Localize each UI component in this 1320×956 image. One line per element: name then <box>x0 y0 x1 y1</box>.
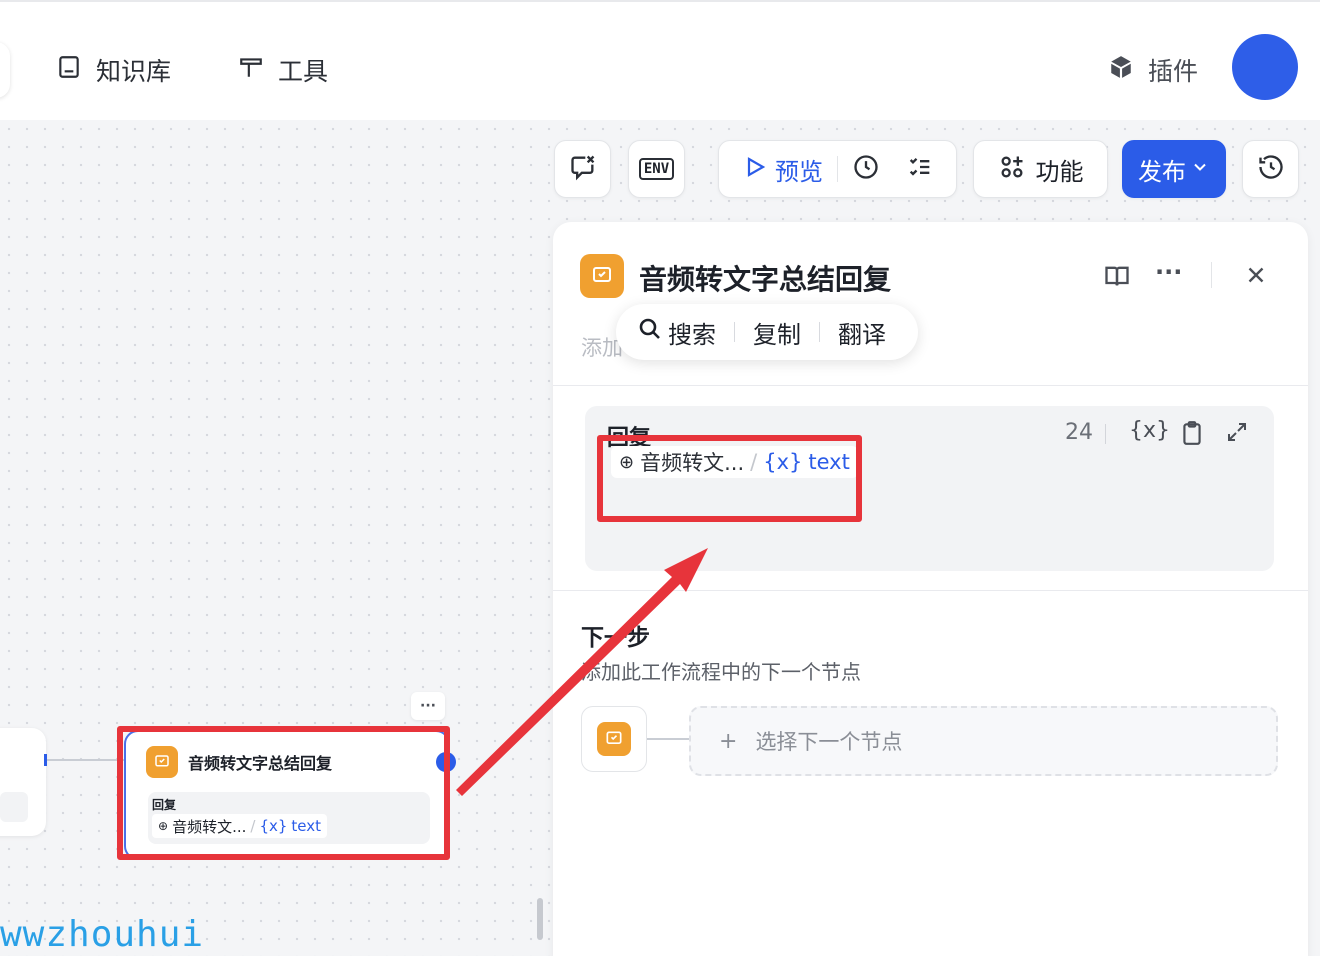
hammer-icon <box>238 54 264 86</box>
panel-divider <box>553 590 1308 591</box>
panel-title[interactable]: 音频转文字总结回复 <box>639 258 891 298</box>
history-icon <box>1257 153 1285 185</box>
reply-tools-divider <box>1105 424 1106 444</box>
nav-plugins[interactable]: 插件 <box>1108 52 1198 88</box>
cube-icon <box>1108 54 1134 86</box>
env-button[interactable]: ENV <box>628 140 685 198</box>
nav-tools-label: 工具 <box>278 57 329 86</box>
close-icon[interactable] <box>1243 262 1269 292</box>
clipboard-icon[interactable] <box>1179 420 1205 450</box>
edge-connector <box>46 759 126 761</box>
preview-button[interactable]: 预览 <box>743 152 823 187</box>
panel-node-icon <box>580 254 624 298</box>
publish-label: 发布 <box>1138 157 1186 186</box>
run-history-icon[interactable] <box>852 153 880 185</box>
previous-node-field <box>0 792 28 822</box>
checklist-icon[interactable] <box>906 153 934 185</box>
top-navigation: 知识库 工具 插件 <box>0 0 1320 120</box>
plus-icon: + <box>719 728 738 754</box>
watermark: wwzhouhui <box>0 914 205 955</box>
menu-translate[interactable]: 翻译 <box>838 315 886 350</box>
message-x-icon <box>569 153 597 185</box>
select-next-node-button[interactable]: + 选择下一个节点 <box>689 706 1278 776</box>
features-button[interactable]: 功能 <box>973 140 1108 198</box>
next-step-description: 添加此工作流程中的下一个节点 <box>581 660 861 684</box>
publish-button[interactable]: 发布 <box>1122 140 1226 198</box>
issue-check-button[interactable] <box>554 140 611 198</box>
next-connector <box>647 738 689 740</box>
annotation-box-panel <box>597 435 862 522</box>
menu-copy-label: 复制 <box>753 320 801 349</box>
version-history-button[interactable] <box>1242 140 1299 198</box>
reply-count: 24 <box>1065 420 1093 445</box>
grid-plus-icon <box>998 153 1026 185</box>
canvas-scrollbar[interactable] <box>537 898 543 940</box>
chevron-down-icon <box>1190 157 1210 181</box>
nav-knowledge-base-label: 知识库 <box>96 57 172 86</box>
reply-node-icon <box>597 722 631 756</box>
annotation-box-node <box>117 726 450 860</box>
toolbar-divider <box>837 156 838 182</box>
menu-search-label: 搜索 <box>668 320 716 349</box>
preview-group: 预览 <box>718 140 957 198</box>
avatar[interactable] <box>1232 34 1298 100</box>
expand-icon[interactable] <box>1225 420 1249 448</box>
preview-label: 预览 <box>775 157 823 186</box>
node-more-button[interactable]: ··· <box>411 692 445 720</box>
header-divider <box>1211 262 1212 288</box>
next-step-title: 下一步 <box>581 625 650 651</box>
search-icon <box>638 317 662 347</box>
panel-divider <box>553 385 1308 386</box>
previous-node[interactable] <box>0 728 46 836</box>
menu-divider <box>734 322 735 342</box>
insert-variable-icon[interactable]: {x} <box>1129 418 1170 443</box>
nav-knowledge-base[interactable]: 知识库 <box>56 52 171 88</box>
menu-copy[interactable]: 复制 <box>753 315 801 350</box>
edge-handle <box>44 754 47 766</box>
menu-divider <box>819 322 820 342</box>
menu-translate-label: 翻译 <box>838 320 886 349</box>
nav-plugins-label: 插件 <box>1148 57 1199 86</box>
nav-stub-button[interactable] <box>0 42 10 98</box>
features-label: 功能 <box>1035 157 1084 186</box>
play-icon <box>743 155 767 183</box>
nav-tools[interactable]: 工具 <box>238 52 328 88</box>
text-selection-menu: 搜索 复制 翻译 <box>616 304 918 360</box>
select-next-node-label: 选择下一个节点 <box>755 730 903 754</box>
env-icon: ENV <box>638 158 675 180</box>
current-node-thumb <box>581 706 647 772</box>
menu-search[interactable]: 搜索 <box>638 315 716 350</box>
book-icon <box>56 54 82 86</box>
open-book-icon[interactable] <box>1103 262 1131 294</box>
more-icon[interactable]: ··· <box>1155 258 1182 286</box>
